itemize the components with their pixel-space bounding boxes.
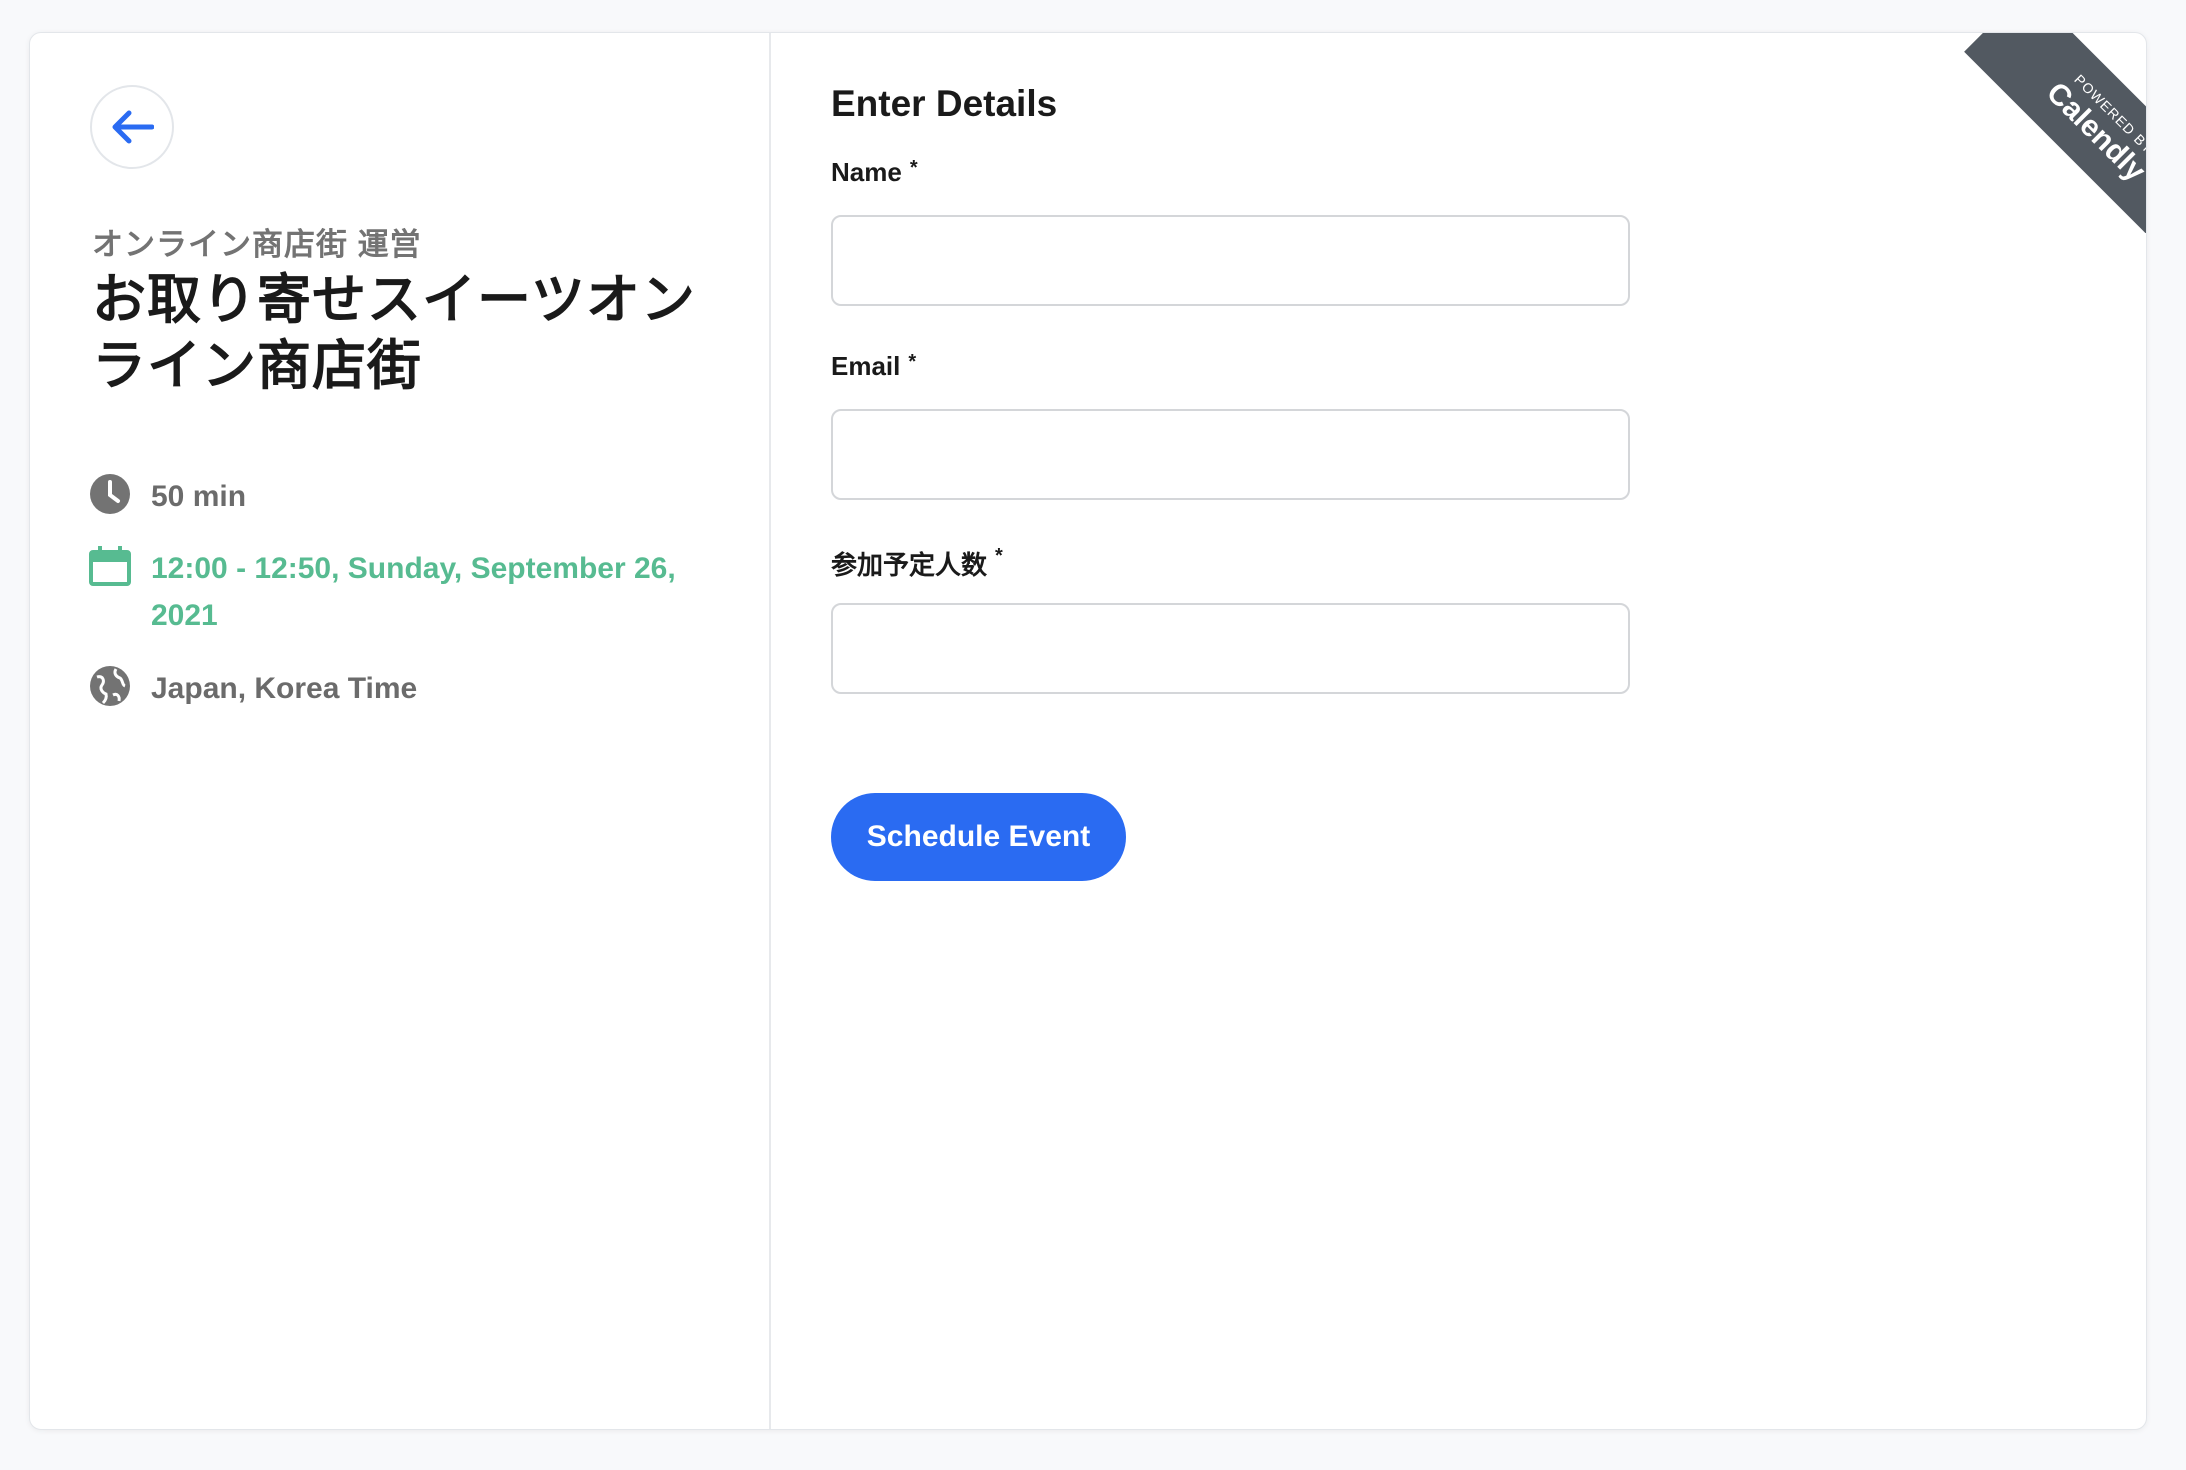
globe-icon bbox=[90, 666, 130, 706]
booking-card: オンライン商店街 運営 お取り寄せスイーツオンライン商店街 50 min 12:… bbox=[29, 32, 2147, 1430]
timezone-text: Japan, Korea Time bbox=[151, 672, 418, 705]
attendees-input[interactable] bbox=[831, 603, 1630, 694]
datetime-row: 12:00 - 12:50, Sunday, September 26, 202… bbox=[89, 545, 729, 639]
required-mark: * bbox=[908, 351, 917, 373]
timezone-row: Japan, Korea Time bbox=[89, 665, 417, 712]
attendees-label-text: 参加予定人数 bbox=[831, 550, 988, 580]
duration-text: 50 min bbox=[151, 480, 247, 513]
email-label: Email * bbox=[831, 351, 916, 382]
email-input[interactable] bbox=[831, 409, 1630, 500]
calendar-icon bbox=[89, 546, 131, 586]
datetime-text: 12:00 - 12:50, Sunday, September 26, 202… bbox=[151, 552, 676, 632]
badge-ribbon[interactable]: POWERED BY Calendly bbox=[1964, 33, 2146, 233]
powered-by-calendly-badge[interactable]: POWERED BY Calendly bbox=[1946, 33, 2146, 233]
clock-icon bbox=[90, 474, 130, 514]
event-details-panel: オンライン商店街 運営 お取り寄せスイーツオンライン商店街 50 min 12:… bbox=[30, 33, 771, 1429]
required-mark: * bbox=[909, 157, 918, 179]
enter-details-form: Enter Details Name * Email * 参加予定人数 * Sched… bbox=[771, 33, 2146, 1429]
schedule-event-button[interactable]: Schedule Event bbox=[831, 793, 1126, 881]
arrow-left-icon bbox=[112, 110, 154, 144]
name-input[interactable] bbox=[831, 215, 1630, 306]
organizer-name: オンライン商店街 運営 bbox=[92, 227, 422, 262]
name-label-text: Name bbox=[831, 157, 902, 187]
event-title: お取り寄せスイーツオンライン商店街 bbox=[92, 270, 696, 396]
form-title: Enter Details bbox=[831, 83, 1058, 124]
required-mark: * bbox=[995, 545, 1003, 567]
attendees-label: 参加予定人数 * bbox=[831, 545, 1003, 582]
name-label: Name * bbox=[831, 157, 918, 188]
duration-row: 50 min bbox=[89, 473, 246, 520]
email-label-text: Email bbox=[831, 351, 901, 381]
back-button[interactable] bbox=[90, 85, 174, 169]
